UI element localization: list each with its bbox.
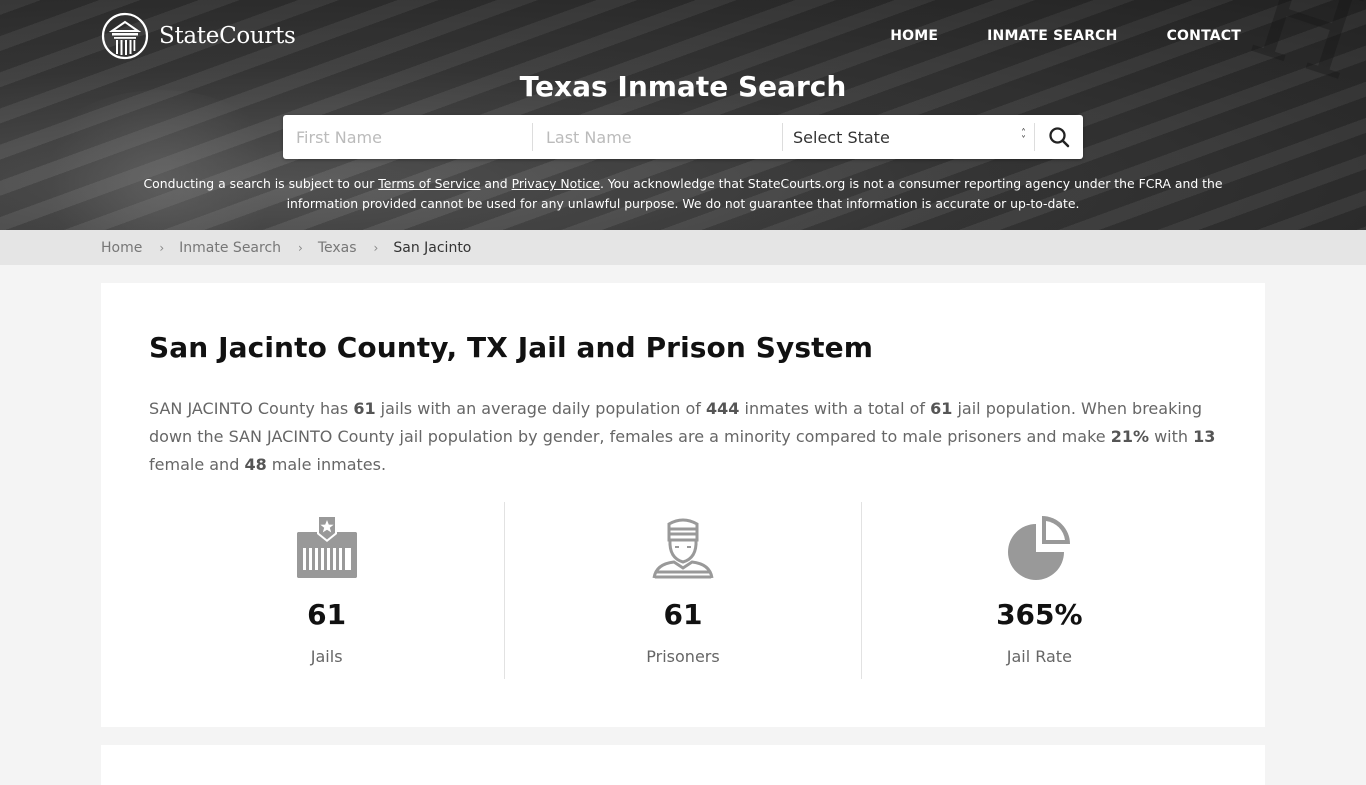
hero-header: RT · HOUSE StateCourts HOME INMATE SEARC… — [0, 0, 1366, 230]
intro-text: inmates with a total of — [739, 399, 931, 418]
female-count: 13 — [1193, 427, 1216, 446]
stat-jail-rate: 365% Jail Rate — [860, 502, 1217, 679]
last-name-input[interactable] — [533, 123, 783, 151]
nav-home[interactable]: HOME — [890, 28, 938, 44]
site-logo[interactable]: StateCourts — [101, 12, 296, 60]
state-select-value: Select State — [793, 127, 890, 147]
intro-text: female and — [149, 455, 245, 474]
main-nav: HOME INMATE SEARCH CONTACT — [890, 28, 1241, 44]
search-icon — [1049, 127, 1070, 148]
average-population: 444 — [706, 399, 740, 418]
breadcrumb: Home › Inmate Search › Texas › San Jacin… — [101, 230, 1366, 265]
prisoner-icon — [652, 518, 714, 579]
top-bar: StateCourts HOME INMATE SEARCH CONTACT — [101, 12, 1265, 60]
chevron-right-icon: › — [373, 240, 379, 255]
select-arrows-icon: ˄ ˅ — [1021, 128, 1026, 146]
state-select[interactable]: Select State ˄ ˅ — [783, 123, 1035, 151]
female-percentage: 21% — [1110, 427, 1149, 446]
pie-chart-icon — [1008, 516, 1071, 580]
stat-label: Jail Rate — [1006, 647, 1072, 666]
jail-count: 61 — [353, 399, 376, 418]
stat-value: 61 — [307, 598, 347, 631]
disclaimer-text: and — [480, 176, 512, 191]
stat-value: 61 — [663, 598, 703, 631]
chevron-right-icon: › — [159, 240, 165, 255]
stats-row: 61 Jails 61 Prisoners 365% Jail Rate — [149, 502, 1217, 679]
search-form: Select State ˄˅ — [283, 115, 1083, 159]
male-count: 48 — [244, 455, 267, 474]
page-title: San Jacinto County, TX Jail and Prison S… — [149, 331, 874, 364]
total-population: 61 — [930, 399, 953, 418]
breadcrumb-current: San Jacinto — [393, 239, 472, 256]
county-summary-card: San Jacinto County, TX Jail and Prison S… — [101, 283, 1265, 727]
disclaimer-text: Conducting a search is subject to our — [143, 176, 379, 191]
intro-text: jails with an average daily population o… — [375, 399, 707, 418]
chevron-right-icon: › — [298, 240, 303, 255]
jail-icon — [296, 516, 357, 578]
breadcrumb-bar: Home › Inmate Search › Texas › San Jacin… — [0, 230, 1366, 265]
first-name-input[interactable] — [283, 123, 533, 151]
hero-title: Texas Inmate Search — [519, 70, 847, 103]
breadcrumb-home[interactable]: Home — [101, 240, 142, 256]
stat-jails: 61 Jails — [149, 502, 504, 679]
search-disclaimer: Conducting a search is subject to our Te… — [120, 174, 1246, 214]
stat-prisoners: 61 Prisoners — [504, 502, 860, 679]
intro-text: with — [1148, 427, 1194, 446]
intro-text: male inmates. — [266, 455, 387, 474]
intro-text: SAN JACINTO County has — [149, 399, 354, 418]
nav-contact[interactable]: CONTACT — [1167, 28, 1241, 44]
stat-value: 365% — [996, 598, 1083, 631]
county-intro-paragraph: SAN JACINTO County has 61 jails with an … — [149, 395, 1219, 479]
logo-text: StateCourts — [159, 23, 296, 49]
search-button[interactable] — [1035, 115, 1083, 159]
courthouse-logo-icon — [101, 12, 149, 60]
stat-label: Prisoners — [646, 647, 720, 666]
nav-inmate-search[interactable]: INMATE SEARCH — [987, 28, 1117, 44]
breadcrumb-inmate-search[interactable]: Inmate Search — [179, 240, 281, 256]
privacy-notice-link[interactable]: Privacy Notice — [512, 176, 600, 191]
next-section-card — [101, 745, 1265, 785]
terms-of-service-link[interactable]: Terms of Service — [378, 176, 480, 191]
stat-label: Jails — [310, 647, 343, 666]
breadcrumb-texas[interactable]: Texas — [318, 240, 357, 256]
